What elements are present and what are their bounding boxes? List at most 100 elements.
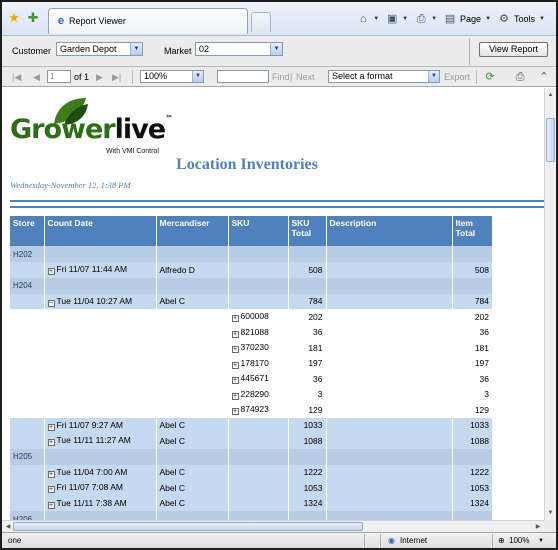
- scroll-left-icon[interactable]: ◀: [3, 522, 13, 532]
- tools-menu[interactable]: Tools: [514, 14, 535, 24]
- find-link[interactable]: Find: [272, 70, 290, 84]
- scroll-thumb[interactable]: [13, 522, 363, 531]
- chevron-down-icon[interactable]: ▼: [270, 43, 282, 55]
- cell-text: Fri 11/07 7:08 AM: [56, 482, 123, 493]
- chevron-down-icon[interactable]: ▼: [192, 71, 203, 82]
- expand-toggle-icon[interactable]: +: [47, 423, 55, 431]
- expand-toggle-icon[interactable]: +: [47, 486, 55, 494]
- table-cell: [156, 246, 229, 262]
- next-page-icon[interactable]: ▶: [96, 70, 103, 84]
- collapse-icon[interactable]: ⌃: [537, 70, 551, 84]
- new-tab-button[interactable]: [251, 12, 271, 32]
- divider: [469, 38, 470, 65]
- status-zoom[interactable]: 100%: [509, 536, 529, 546]
- chevron-down-icon[interactable]: ▼: [538, 536, 544, 546]
- export-format-select[interactable]: Select a format ▼: [328, 70, 440, 83]
- chevron-down-icon[interactable]: ▼: [428, 71, 439, 82]
- expand-toggle-icon[interactable]: +: [231, 392, 239, 400]
- cell-text: Abel C: [159, 420, 186, 431]
- scroll-up-icon[interactable]: ▲: [546, 90, 555, 100]
- browser-tab[interactable]: e Report Viewer: [48, 8, 248, 34]
- feeds-icon[interactable]: ▣: [385, 12, 399, 26]
- export-link[interactable]: Export: [444, 70, 470, 84]
- cell-text: 36: [313, 373, 323, 384]
- chevron-down-icon[interactable]: ▼: [539, 16, 545, 22]
- print-report-icon[interactable]: ⎙: [513, 70, 527, 84]
- report-title: Location Inventories: [176, 156, 318, 173]
- command-bar: ⌂ ▼ ▣ ▼ ⎙ ▼ ▤ Page ▼ ⚙ Tools ▼: [356, 11, 548, 27]
- collapse-toggle-icon[interactable]: −: [47, 299, 55, 307]
- refresh-icon[interactable]: ⟳: [483, 70, 497, 84]
- zone-label: Internet: [400, 536, 428, 545]
- table-cell: 129: [452, 402, 492, 418]
- page-menu[interactable]: Page: [460, 14, 481, 24]
- table-cell: [326, 511, 453, 520]
- expand-toggle-icon[interactable]: +: [231, 408, 239, 416]
- vertical-scrollbar[interactable]: ▲ ▼: [544, 88, 556, 520]
- table-cell: [228, 464, 289, 480]
- count-row: + Tue 11/04 7:00 AM Abel C 1222 1222: [10, 464, 492, 480]
- expand-toggle-icon[interactable]: +: [47, 268, 55, 276]
- cell-text: Abel C: [159, 482, 186, 493]
- print-icon[interactable]: ⎙: [414, 12, 428, 26]
- table-cell: [326, 355, 453, 371]
- table-cell: 1324: [452, 495, 492, 511]
- home-icon[interactable]: ⌂: [356, 12, 370, 26]
- expand-toggle-icon[interactable]: +: [231, 315, 239, 323]
- chevron-down-icon[interactable]: ▼: [373, 16, 379, 22]
- market-select[interactable]: 02 ▼: [195, 42, 283, 56]
- scroll-right-icon[interactable]: ▶: [533, 522, 543, 532]
- expand-toggle-icon[interactable]: +: [231, 330, 239, 338]
- scroll-down-icon[interactable]: ▼: [546, 508, 555, 518]
- expand-toggle-icon[interactable]: +: [231, 377, 239, 385]
- divider: [380, 534, 381, 547]
- cell-text: 1033: [303, 420, 323, 431]
- horizontal-scrollbar[interactable]: ◀ ▶: [2, 520, 544, 532]
- logo-tm: ™: [165, 114, 173, 123]
- divider: [476, 70, 477, 84]
- page-number-input[interactable]: 1: [47, 70, 71, 83]
- cell-text: 1053: [303, 482, 323, 493]
- table-cell: [228, 448, 289, 465]
- table-cell: 1053: [452, 480, 492, 496]
- table-cell: [326, 448, 453, 465]
- table-cell: [326, 386, 453, 402]
- expand-toggle-icon[interactable]: +: [47, 470, 55, 478]
- add-favorites-icon[interactable]: ✚: [26, 11, 40, 25]
- last-page-icon[interactable]: ▶|: [112, 70, 121, 84]
- browser-tab-bar: ★ ✚ e Report Viewer ⌂ ▼ ▣ ▼ ⎙ ▼ ▤ Page ▼ ⚙ T…: [2, 2, 556, 36]
- chevron-down-icon[interactable]: ▼: [485, 16, 491, 22]
- table-cell: 36: [288, 324, 327, 340]
- table-cell: 784: [288, 293, 327, 309]
- customer-select[interactable]: Garden Depot ▼: [56, 42, 143, 56]
- status-text: one: [8, 536, 22, 545]
- logo-text-b: live: [114, 114, 166, 145]
- expand-toggle-icon[interactable]: +: [47, 501, 55, 509]
- table-cell: 1033: [288, 417, 327, 433]
- cell-text: 784: [474, 296, 489, 307]
- view-report-button[interactable]: View Report: [479, 42, 548, 57]
- first-page-icon[interactable]: |◀: [12, 70, 21, 84]
- chevron-down-icon[interactable]: ▼: [130, 43, 142, 55]
- expand-toggle-icon[interactable]: +: [231, 361, 239, 369]
- table-cell: [10, 262, 45, 278]
- prev-page-icon[interactable]: ◀: [33, 70, 40, 84]
- find-input[interactable]: [217, 70, 269, 83]
- expand-toggle-icon[interactable]: +: [47, 439, 55, 447]
- table-cell: 181: [288, 340, 327, 356]
- table-cell: Alfredo D: [156, 262, 229, 278]
- table-cell: [156, 371, 229, 387]
- count-row: + Tue 11/11 7:38 AM Abel C 1324 1324: [10, 495, 492, 511]
- chevron-down-icon[interactable]: ▼: [431, 16, 437, 22]
- table-cell: +821088: [228, 324, 289, 340]
- favorites-star-icon[interactable]: ★: [7, 11, 21, 25]
- chevron-down-icon[interactable]: ▼: [402, 16, 408, 22]
- next-link[interactable]: Next: [296, 70, 315, 84]
- table-cell: [44, 511, 157, 520]
- scroll-thumb[interactable]: [546, 118, 555, 162]
- zoom-select[interactable]: 100% ▼: [140, 70, 204, 83]
- expand-toggle-icon[interactable]: +: [231, 346, 239, 354]
- table-cell: [326, 433, 453, 449]
- browser-window: ★ ✚ e Report Viewer ⌂ ▼ ▣ ▼ ⎙ ▼ ▤ Page ▼ ⚙ T…: [0, 0, 558, 550]
- table-cell: [10, 402, 45, 418]
